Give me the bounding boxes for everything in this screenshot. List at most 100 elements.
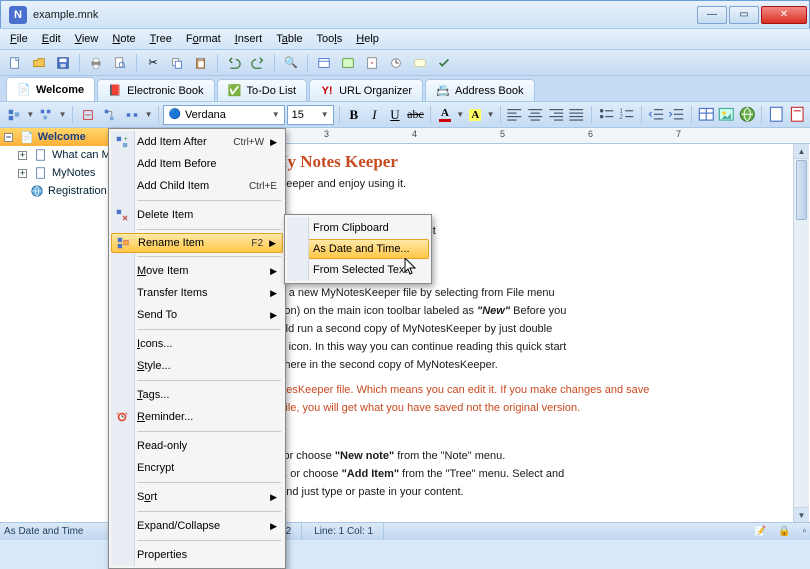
italic-button[interactable]: I — [365, 105, 384, 125]
tab-label: Welcome — [36, 84, 84, 96]
tree-tool-3[interactable] — [78, 104, 98, 126]
extra-icon-2[interactable] — [788, 105, 807, 125]
align-left-icon[interactable] — [505, 105, 524, 125]
menu-item[interactable]: Send To▶ — [111, 304, 283, 326]
scroll-up-icon[interactable]: ▲ — [794, 144, 809, 159]
y-icon: Y! — [320, 84, 334, 98]
tool-icon-2[interactable] — [337, 52, 359, 74]
vertical-scrollbar[interactable]: ▲ ▼ — [793, 144, 809, 522]
list-bullet-icon[interactable] — [597, 105, 616, 125]
strike-button[interactable]: abc — [406, 105, 425, 125]
paste-icon[interactable] — [190, 52, 212, 74]
image-icon[interactable] — [717, 105, 736, 125]
menu-table[interactable]: Table — [270, 31, 308, 47]
font-size-select[interactable]: 15 ▼ — [287, 105, 334, 125]
note-icon: 📄 — [20, 131, 34, 144]
menu-file[interactable]: File — [4, 31, 34, 47]
menu-item[interactable]: Add Item Before — [111, 153, 283, 175]
svg-text:+: + — [124, 136, 128, 143]
preview-icon[interactable] — [109, 52, 131, 74]
menu-tools[interactable]: Tools — [311, 31, 349, 47]
menu-help[interactable]: Help — [350, 31, 385, 47]
check-icon: ✅ — [228, 84, 242, 98]
menu-item[interactable]: +Add Item AfterCtrl+W▶ — [111, 131, 283, 153]
tab-label: Address Book — [455, 85, 523, 97]
scroll-down-icon[interactable]: ▼ — [794, 507, 809, 522]
tool-icon-3[interactable] — [361, 52, 383, 74]
tool-icon-4[interactable] — [385, 52, 407, 74]
menu-item[interactable]: Reminder... — [111, 406, 283, 428]
menu-tree[interactable]: Tree — [144, 31, 178, 47]
menu-format[interactable]: Format — [180, 31, 227, 47]
menu-item-label: Add Item Before — [137, 158, 277, 170]
menu-item[interactable]: Tags... — [111, 384, 283, 406]
menu-item[interactable]: Rename ItemF2▶ — [111, 233, 283, 253]
tab-todo[interactable]: ✅ To-Do List — [217, 79, 308, 101]
menu-item-label: Read-only — [137, 440, 277, 452]
search-icon[interactable]: 🔍 — [280, 52, 302, 74]
menu-item-label: Sort — [137, 491, 264, 503]
extra-icon-1[interactable] — [767, 105, 786, 125]
save-icon[interactable] — [52, 52, 74, 74]
align-justify-icon[interactable] — [567, 105, 586, 125]
link-icon[interactable] — [738, 105, 757, 125]
undo-icon[interactable] — [223, 52, 245, 74]
expand-icon[interactable]: + — [18, 151, 27, 160]
tree-tool-5[interactable] — [122, 104, 142, 126]
scroll-thumb[interactable] — [796, 160, 807, 220]
indent-icon[interactable] — [667, 105, 686, 125]
minimize-button[interactable]: — — [697, 6, 727, 24]
title-bar: N example.mnk — ▭ ✕ — [0, 0, 810, 28]
tab-url-organizer[interactable]: Y! URL Organizer — [309, 79, 423, 101]
collapse-icon[interactable]: − — [4, 133, 13, 142]
menu-note[interactable]: Note — [106, 31, 141, 47]
tree-tool-2[interactable] — [36, 104, 56, 126]
underline-button[interactable]: U — [386, 105, 405, 125]
outdent-icon[interactable] — [647, 105, 666, 125]
tool-icon-6[interactable] — [433, 52, 455, 74]
table-icon[interactable] — [697, 105, 716, 125]
menu-item[interactable]: Delete Item — [111, 204, 283, 226]
menu-item[interactable]: Transfer Items▶ — [111, 282, 283, 304]
maximize-button[interactable]: ▭ — [729, 6, 759, 24]
bold-button[interactable]: B — [345, 105, 364, 125]
menu-edit[interactable]: Edit — [36, 31, 67, 47]
menu-item[interactable]: Read-only — [111, 435, 283, 457]
open-file-icon[interactable] — [28, 52, 50, 74]
status-icon: 🔒 — [778, 526, 790, 537]
font-color-button[interactable]: A — [436, 105, 455, 125]
close-button[interactable]: ✕ — [761, 6, 807, 24]
menu-item[interactable]: Expand/Collapse▶ — [111, 515, 283, 537]
highlight-button[interactable]: A — [466, 105, 485, 125]
redo-icon[interactable] — [247, 52, 269, 74]
rename-icon — [114, 236, 132, 250]
tool-icon-1[interactable] — [313, 52, 335, 74]
menu-item[interactable]: Move Item▶ — [111, 260, 283, 282]
menu-insert[interactable]: Insert — [229, 31, 269, 47]
font-name-select[interactable]: 🔵 Verdana ▼ — [163, 105, 284, 125]
cut-icon[interactable]: ✂ — [142, 52, 164, 74]
menu-item[interactable]: Encrypt — [111, 457, 283, 479]
menu-item[interactable]: Icons... — [111, 333, 283, 355]
tab-electronic-book[interactable]: 📕 Electronic Book — [97, 79, 214, 101]
app-icon: N — [9, 6, 27, 24]
menu-view[interactable]: View — [69, 31, 105, 47]
tree-tool-1[interactable] — [4, 104, 24, 126]
menu-item-label: Add Child Item — [137, 180, 243, 192]
menu-item[interactable]: Sort▶ — [111, 486, 283, 508]
tree-tool-4[interactable] — [100, 104, 120, 126]
align-center-icon[interactable] — [526, 105, 545, 125]
tool-icon-5[interactable] — [409, 52, 431, 74]
copy-icon[interactable] — [166, 52, 188, 74]
list-number-icon[interactable]: 12 — [617, 105, 636, 125]
tab-welcome[interactable]: 📄 Welcome — [6, 77, 95, 101]
tab-label: To-Do List — [247, 85, 297, 97]
menu-item[interactable]: Style... — [111, 355, 283, 377]
new-file-icon[interactable] — [4, 52, 26, 74]
menu-item[interactable]: Add Child ItemCtrl+E — [111, 175, 283, 197]
tab-address-book[interactable]: 📇 Address Book — [425, 79, 534, 101]
expand-icon[interactable]: + — [18, 169, 27, 178]
print-icon[interactable] — [85, 52, 107, 74]
menu-item[interactable]: Properties — [111, 544, 283, 566]
align-right-icon[interactable] — [547, 105, 566, 125]
